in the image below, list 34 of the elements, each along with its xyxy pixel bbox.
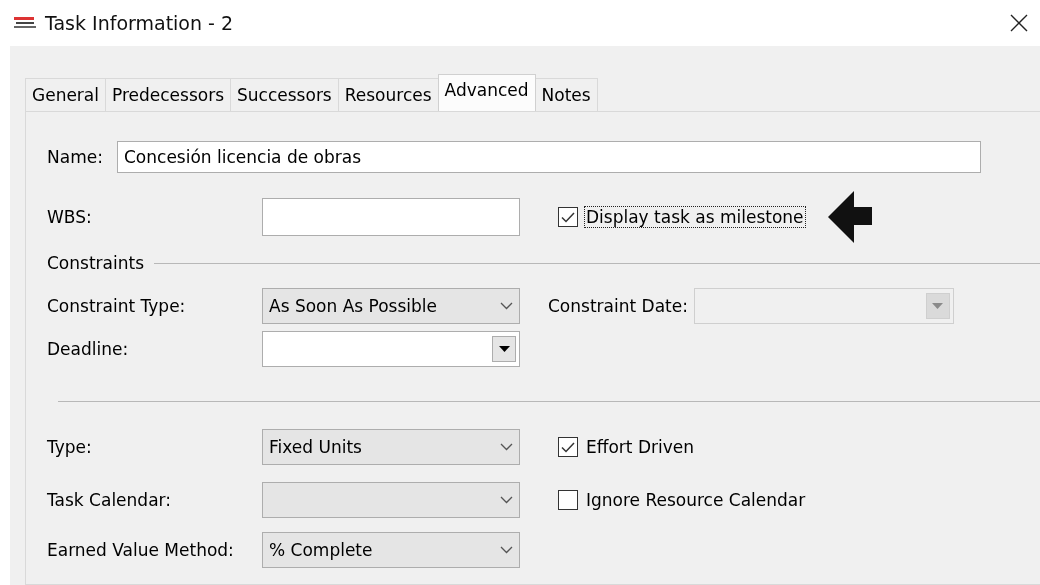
checkbox-label[interactable]: Effort Driven <box>584 436 696 458</box>
triangle-down-icon <box>932 303 944 309</box>
name-input-field[interactable]: Concesión licencia de obras <box>117 141 981 173</box>
window-title: Task Information - 2 <box>45 12 234 34</box>
constraint-type-dropdown[interactable]: As Soon As Possible <box>262 288 520 324</box>
field-label: Type: <box>47 437 93 457</box>
field-label: Constraint Type: <box>47 296 187 316</box>
checkbox-label[interactable]: Ignore Resource Calendar <box>584 489 808 511</box>
earned-value-method-dropdown[interactable]: % Complete <box>262 532 520 568</box>
checkbox[interactable] <box>558 490 578 510</box>
checkmark-icon <box>561 441 575 453</box>
tab[interactable]: Notes <box>534 78 598 111</box>
triangle-down-icon <box>498 346 510 352</box>
tab[interactable]: Advanced <box>437 74 536 111</box>
chevron-down-icon <box>500 302 513 310</box>
field-label: WBS: <box>47 207 93 227</box>
field-label: Earned Value Method: <box>47 540 235 560</box>
field-label: Task Calendar: <box>47 490 172 510</box>
dropdown-button[interactable] <box>492 336 516 362</box>
checkbox-label[interactable]: Display task as milestone <box>584 206 806 228</box>
wbs-input-field[interactable] <box>262 198 520 236</box>
field-label: Deadline: <box>47 339 130 359</box>
field-label: Name: <box>47 147 104 167</box>
chevron-down-icon <box>500 443 513 451</box>
tab[interactable]: General <box>25 78 106 111</box>
app-logo-icon <box>13 16 37 30</box>
group-heading: Constraints <box>47 253 144 273</box>
checkmark-icon <box>561 211 575 223</box>
chevron-down-icon <box>500 496 513 504</box>
checkbox[interactable] <box>558 207 578 227</box>
checkbox[interactable] <box>558 437 578 457</box>
field-label: Constraint Date: <box>548 296 688 316</box>
type-dropdown[interactable]: Fixed Units <box>262 429 520 465</box>
chevron-down-icon <box>500 546 513 554</box>
